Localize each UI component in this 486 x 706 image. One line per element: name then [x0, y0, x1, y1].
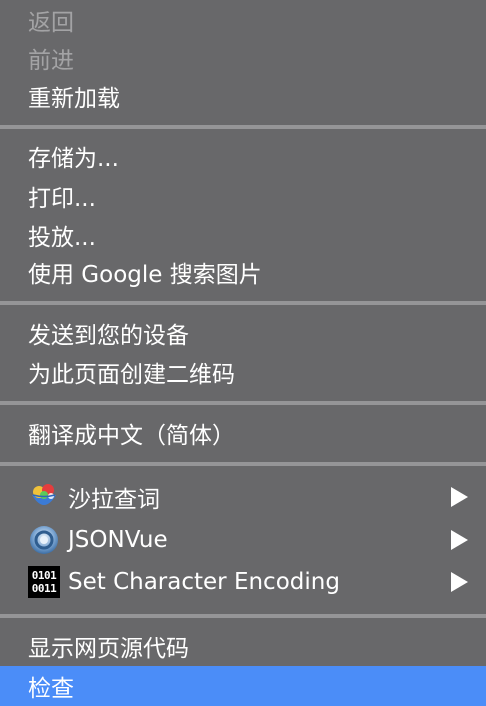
menu-item-back: 返回	[0, 1, 486, 39]
menu-item-forward-label: 前进	[28, 48, 74, 74]
menu-item-send-to-devices[interactable]: 发送到您的设备	[0, 314, 486, 352]
menu-item-extension-label: 沙拉查词	[68, 487, 160, 513]
menu-item-send-to-devices-label: 发送到您的设备	[28, 323, 189, 349]
menu-item-inspect-label: 检查	[28, 676, 74, 702]
menu-item-extension-saladict[interactable]: 沙拉查词	[0, 478, 486, 516]
menu-item-save-as[interactable]: 存储为...	[0, 137, 486, 175]
menu-item-create-qr-label: 为此页面创建二维码	[28, 362, 235, 388]
menu-item-extension-encoding[interactable]: 0101 0011 Set Character Encoding	[0, 563, 486, 601]
submenu-arrow-icon	[451, 487, 468, 507]
binary-encoding-icon-line: 0101	[31, 569, 57, 582]
menu-item-extension-jsonvue[interactable]: JSONVue	[0, 521, 486, 559]
menu-separator	[0, 401, 486, 405]
context-menu: 返回 前进 重新加载 存储为... 打印... 投放... 使用 Google …	[0, 0, 486, 706]
menu-item-inspect[interactable]: 检查	[0, 666, 486, 706]
menu-item-cast[interactable]: 投放...	[0, 216, 486, 254]
menu-separator	[0, 125, 486, 129]
menu-item-reload-label: 重新加载	[28, 86, 120, 112]
menu-item-extension-label: JSONVue	[68, 527, 168, 553]
menu-item-search-image-label: 使用 Google 搜索图片	[28, 262, 262, 288]
menu-item-view-source[interactable]: 显示网页源代码	[0, 627, 486, 665]
menu-item-print[interactable]: 打印...	[0, 177, 486, 215]
menu-item-forward: 前进	[0, 39, 486, 77]
menu-item-cast-label: 投放...	[28, 225, 96, 251]
menu-item-translate[interactable]: 翻译成中文（简体）	[0, 414, 486, 452]
submenu-arrow-icon	[451, 572, 468, 592]
submenu-arrow-icon	[451, 530, 468, 550]
menu-item-extension-label: Set Character Encoding	[68, 569, 340, 595]
menu-separator	[0, 614, 486, 618]
jsonvue-icon	[28, 524, 60, 556]
menu-item-view-source-label: 显示网页源代码	[28, 636, 189, 662]
menu-separator	[0, 462, 486, 466]
binary-encoding-icon: 0101 0011	[28, 566, 60, 598]
binary-encoding-icon-line: 0011	[31, 582, 57, 595]
menu-item-create-qr[interactable]: 为此页面创建二维码	[0, 353, 486, 391]
saladict-icon	[28, 481, 60, 513]
menu-item-save-as-label: 存储为...	[28, 146, 119, 172]
menu-item-back-label: 返回	[28, 10, 74, 36]
menu-separator	[0, 301, 486, 305]
menu-item-translate-label: 翻译成中文（简体）	[28, 423, 235, 449]
menu-item-search-image[interactable]: 使用 Google 搜索图片	[0, 253, 486, 291]
menu-item-print-label: 打印...	[28, 186, 96, 212]
menu-item-reload[interactable]: 重新加载	[0, 77, 486, 115]
